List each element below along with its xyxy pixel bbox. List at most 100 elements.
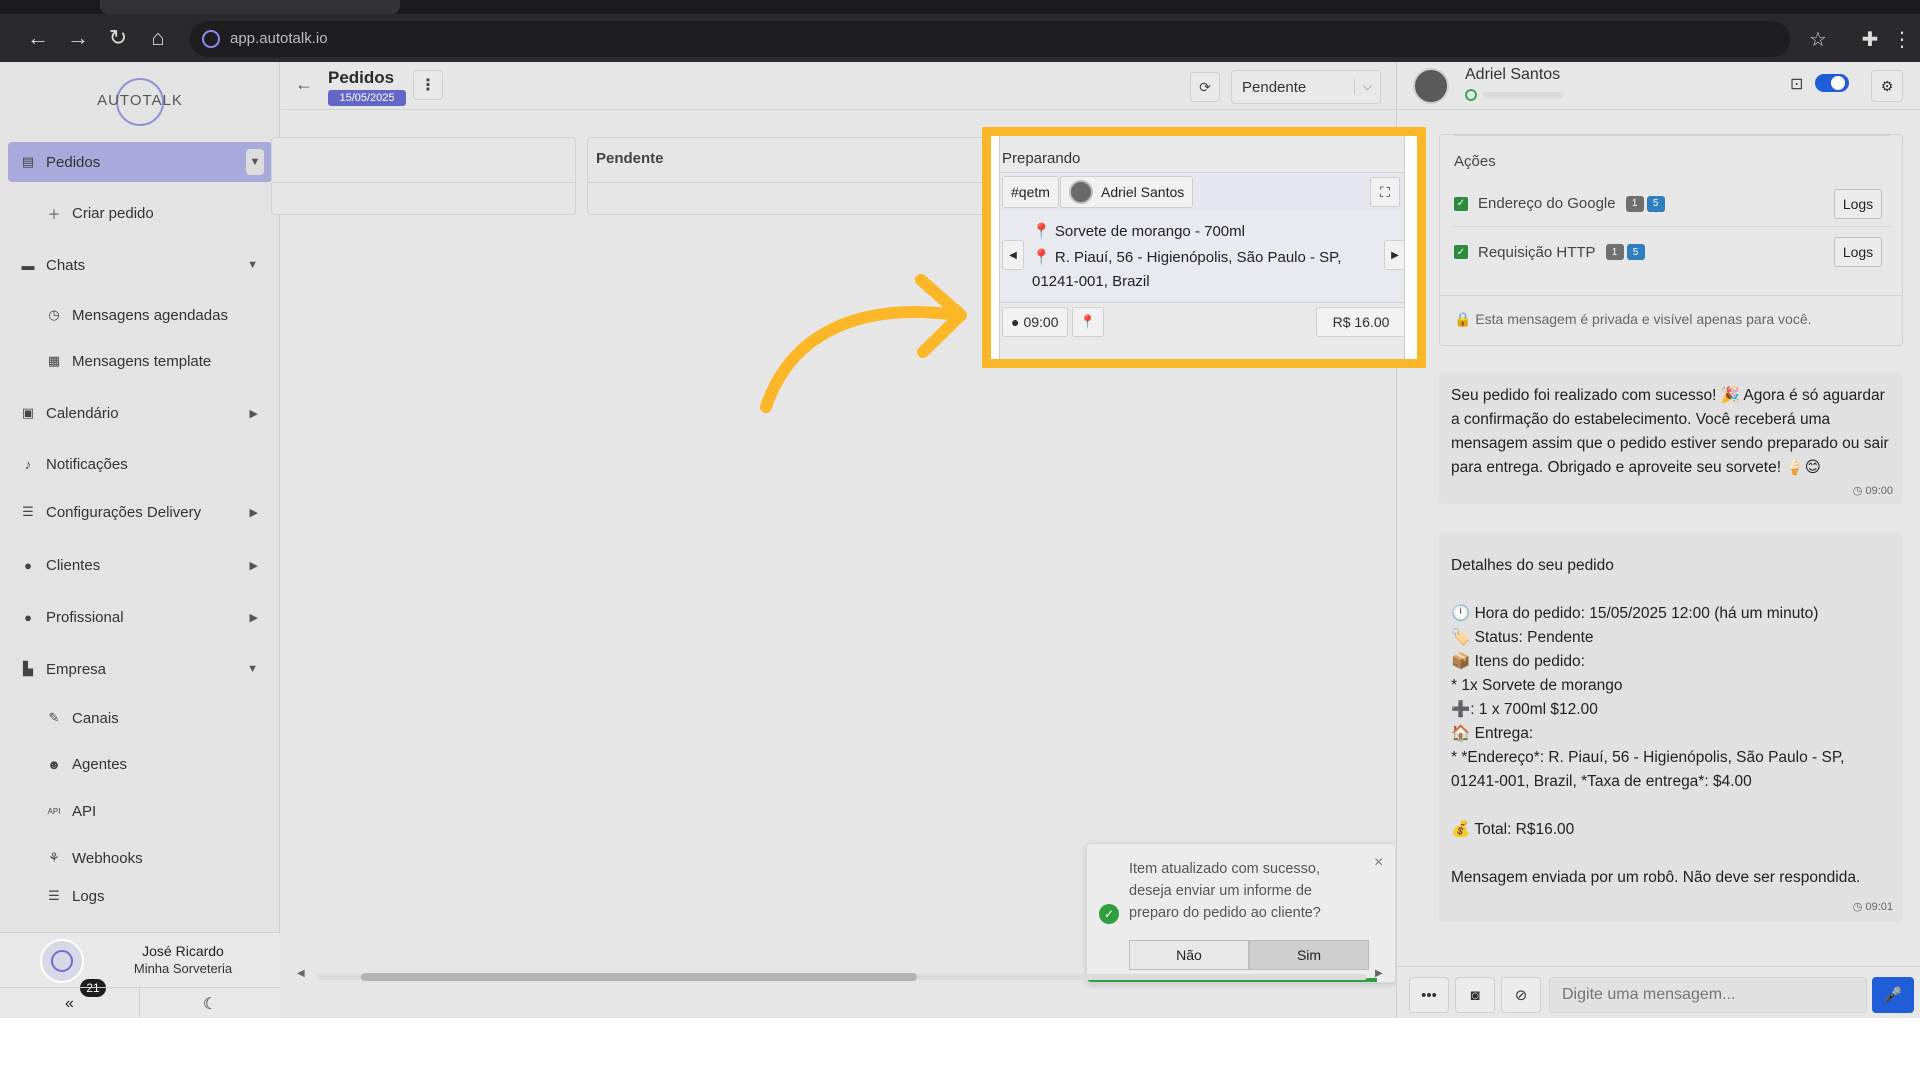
checkbox-checked-icon[interactable]: ✓ [1454, 245, 1468, 259]
browser-tab[interactable] [100, 0, 400, 14]
sidebar-item-agentes[interactable]: ☻ Agentes [8, 744, 272, 784]
camera-icon[interactable]: ◙ [1455, 977, 1495, 1013]
gear-icon[interactable]: ⚙ [1871, 70, 1903, 102]
column-title: Preparando [1002, 150, 1081, 167]
toast-message: Item atualizado com sucesso, deseja envi… [1129, 861, 1321, 921]
column-title: Pendente [596, 150, 664, 167]
chevron-right-icon: ▶ [249, 559, 258, 572]
sidebar-item-label: Webhooks [72, 849, 143, 867]
more-actions-icon[interactable]: ••• [1409, 977, 1449, 1013]
horizontal-scrollbar[interactable]: ◀ ▶ [297, 968, 1387, 984]
sidebar-item-webhooks[interactable]: ⚘ Webhooks [8, 838, 272, 878]
divider [1440, 295, 1902, 296]
page-title: Pedidos [328, 68, 395, 87]
order-code-chip[interactable]: #qetm [1002, 176, 1059, 208]
dark-mode-icon[interactable]: ☾ [140, 987, 280, 1018]
star-icon[interactable]: ☆ [1802, 22, 1834, 56]
sidebar-item-label: Mensagens template [72, 352, 212, 370]
count-badge-blue: 5 [1646, 195, 1665, 212]
time-chip[interactable]: ● 09:00 [1002, 307, 1068, 337]
message-input[interactable] [1549, 977, 1867, 1013]
logs-button[interactable]: Logs [1834, 237, 1882, 267]
sidebar-item-canais[interactable]: ✎ Canais [8, 698, 272, 738]
next-arrow-icon[interactable]: ▶ [1384, 240, 1404, 270]
checkbox-checked-icon[interactable]: ✓ [1454, 196, 1468, 211]
chevron-down-icon: ▼ [247, 663, 258, 675]
sidebar-item-mensagens-template[interactable]: ▦ Mensagens template [8, 341, 272, 381]
sidebar-item-notificacoes[interactable]: ♪ Notificações [8, 444, 272, 484]
template-icon: ▦ [47, 353, 61, 368]
clock-icon: ◷ [1852, 901, 1863, 913]
actions-title: Ações [1454, 153, 1496, 170]
scroll-thumb[interactable] [361, 973, 917, 981]
message-composer: ••• ◙ ⊘ 🎤 [1397, 966, 1920, 1018]
yes-button[interactable]: Sim [1249, 940, 1369, 970]
action-row-http: ✓ Requisição HTTP 1 5 Logs [1454, 229, 1890, 275]
count-badge: 1 [1625, 195, 1644, 212]
browser-menu-icon[interactable]: ⋮ [1886, 22, 1918, 56]
order-card-footer: ● 09:00 📍 R$ 16.00 [1000, 302, 1404, 340]
collapse-sidebar-icon[interactable]: « [0, 987, 140, 1018]
chat-icon: ▬ [21, 257, 35, 273]
divider [1454, 135, 1890, 136]
sidebar-item-clientes[interactable]: ● Clientes ▶ [8, 545, 272, 585]
sidebar-item-criar-pedido[interactable]: ＋ Criar pedido [8, 193, 272, 233]
address-line1: R. Piauí, 56 - Higienópolis, São Paulo -… [1054, 249, 1342, 266]
sidebar-item-empresa[interactable]: ▙ Empresa ▼ [8, 649, 272, 689]
scroll-right-icon[interactable]: ▶ [1375, 968, 1383, 979]
contact-avatar[interactable] [1413, 68, 1449, 104]
customer-chip[interactable]: Adriel Santos [1060, 176, 1194, 208]
sidebar-item-label: Criar pedido [72, 204, 154, 222]
sidebar-item-mensagens-agendadas[interactable]: ◷ Mensagens agendadas [8, 295, 272, 335]
logs-button[interactable]: Logs [1834, 188, 1882, 219]
sidebar-item-profissional[interactable]: ● Profissional ▶ [8, 597, 272, 637]
chevron-right-icon: ▶ [249, 506, 258, 519]
more-options-icon[interactable]: ⋮ [413, 70, 443, 100]
avatar [40, 939, 84, 983]
no-button[interactable]: Não [1129, 940, 1249, 970]
date-badge[interactable]: 15/05/2025 [328, 90, 406, 106]
message-time-text: 09:01 [1865, 901, 1893, 913]
refresh-icon[interactable]: ⟳ [1190, 72, 1220, 102]
webhook-icon: ⚘ [48, 850, 60, 865]
lock-icon: 🔒 [1454, 311, 1472, 327]
address-bar[interactable]: app.autotalk.io [190, 21, 1790, 57]
back-icon[interactable]: ← [20, 14, 56, 62]
order-card-header: #qetm Adriel Santos ⛶ [1000, 172, 1404, 210]
scroll-left-icon[interactable]: ◀ [297, 968, 305, 979]
logo-text: AUTOTALK [97, 92, 183, 109]
bot-toggle[interactable] [1815, 74, 1849, 92]
board-header: ← Pedidos 15/05/2025 ⋮ ⟳ Pendente ⌵ [281, 62, 1396, 110]
chevron-right-icon: ▶ [249, 407, 258, 420]
microphone-icon[interactable]: 🎤 [1872, 977, 1914, 1013]
sidebar-item-configuracoes-delivery[interactable]: ☰ Configurações Delivery ▶ [8, 492, 272, 532]
board-column [271, 137, 576, 215]
order-time: 09:00 [1023, 314, 1059, 330]
expand-icon[interactable]: ⛶ [1370, 177, 1400, 207]
extensions-icon[interactable]: ✚ [1854, 22, 1886, 56]
attachment-icon[interactable]: ⊘ [1501, 977, 1541, 1013]
sidebar-item-pedidos[interactable]: ▤ Pedidos ▼ [8, 142, 272, 182]
private-note: 🔒 Esta mensagem é privada e visível apen… [1454, 311, 1812, 328]
plug-icon: ✎ [48, 710, 60, 725]
check-circle-icon: ✓ [1099, 904, 1119, 924]
site-icon [202, 30, 220, 48]
sidebar-item-label: Notificações [46, 455, 128, 473]
reload-icon[interactable]: ↻ [100, 14, 136, 62]
bell-icon: ♪ [24, 456, 32, 472]
status-select[interactable]: Pendente ⌵ [1231, 70, 1381, 104]
home-icon[interactable]: ⌂ [140, 14, 176, 62]
forward-icon[interactable]: → [60, 14, 96, 62]
chevron-down-icon[interactable]: ▼ [246, 149, 264, 175]
prev-arrow-icon[interactable]: ◀ [1002, 240, 1024, 270]
sidebar-item-logs[interactable]: ☰ Logs [8, 884, 272, 908]
sidebar-item-api[interactable]: API API [8, 791, 272, 831]
user-box[interactable]: 21 José Ricardo Minha Sorveteria « ☾ [0, 932, 280, 1018]
private-note-text: Esta mensagem é privada e visível apenas… [1475, 311, 1812, 327]
location-pin-icon[interactable]: 📍 [1072, 307, 1104, 337]
back-arrow-icon[interactable]: ← [295, 74, 313, 95]
toggle-knob [1831, 76, 1845, 90]
sidebar-item-chats[interactable]: ▬ Chats ▼ [8, 245, 272, 285]
close-icon[interactable]: × [1374, 854, 1383, 872]
sidebar-item-calendario[interactable]: ▣ Calendário ▶ [8, 393, 272, 433]
